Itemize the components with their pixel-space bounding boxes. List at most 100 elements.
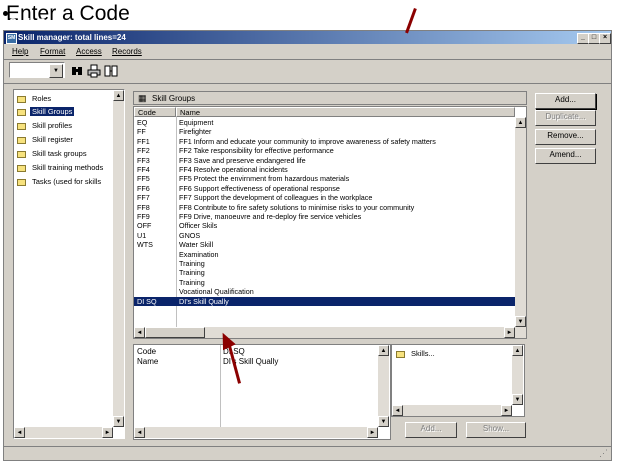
grid-header: ▦ Skill Groups	[133, 91, 527, 105]
scroll-left-icon[interactable]: ◄	[14, 427, 25, 438]
cell-code: FF7	[137, 193, 150, 203]
table-row[interactable]: DI SQ DI's Skill Qually	[134, 296, 515, 306]
detail-horizontal-scrollbar[interactable]: ◄ ►	[134, 427, 378, 438]
cell-code: OFF	[137, 221, 152, 231]
scroll-down-icon[interactable]: ▼	[378, 416, 389, 427]
menu-bar: Help Format Access Records	[4, 45, 611, 58]
slide-overlay-caption: Skill Groups	[9, 16, 80, 30]
tree-item-skill-task-groups[interactable]: Skill task groups	[17, 148, 89, 159]
detail-vertical-scrollbar[interactable]: ▲ ▼	[378, 345, 389, 427]
table-row[interactable]: FF1 FF1 Inform and educate your community…	[134, 137, 515, 146]
cell-name: Training	[179, 268, 205, 278]
tree-item-skill-register[interactable]: Skill register	[17, 134, 75, 145]
table-row[interactable]: FF2 FF2 Take responsibility for effective…	[134, 146, 515, 155]
table-row[interactable]: Examination	[134, 250, 515, 259]
scroll-right-icon[interactable]: ►	[102, 427, 113, 438]
tree-horizontal-scrollbar[interactable]: ◄ ►	[14, 427, 113, 438]
table-row[interactable]: FF9 FF9 Drive, manoeuvre and re-deploy fi…	[134, 212, 515, 221]
cell-code: FF9	[137, 212, 150, 221]
printer-icon[interactable]	[87, 64, 101, 78]
table-row[interactable]: WTS Water Skill	[134, 240, 515, 249]
column-header-name[interactable]: Name	[176, 107, 515, 117]
resize-grip-icon[interactable]: ⋰	[599, 448, 608, 459]
cell-name: Examination	[179, 249, 219, 259]
folder-icon	[17, 95, 26, 103]
cell-name: FF4 Resolve operational incidents	[179, 165, 288, 174]
remove-button[interactable]: Remove...	[535, 129, 596, 145]
folder-icon	[17, 136, 26, 144]
record-combo[interactable]: ▼	[9, 62, 65, 78]
grid-horizontal-scrollbar[interactable]: ◄ ►	[134, 327, 526, 338]
detail-show-button[interactable]: Show...	[466, 422, 526, 438]
status-bar: ⋰	[4, 446, 611, 460]
table-row[interactable]: Vocational Qualification	[134, 287, 515, 296]
scroll-right-icon[interactable]: ►	[504, 327, 515, 338]
grid-vertical-scrollbar[interactable]: ▲ ▼	[515, 117, 526, 327]
title-bar[interactable]: SM Skill manager: total lines=24 _ □ ×	[4, 31, 611, 44]
tree-item-roles[interactable]: Roles	[17, 93, 53, 104]
binoculars-icon[interactable]	[70, 64, 84, 78]
detail-divider	[220, 345, 221, 427]
skills-vertical-scrollbar[interactable]: ▲ ▼	[512, 345, 523, 405]
table-row[interactable]: FF6 FF6 Support effectiveness of operatio…	[134, 184, 515, 193]
table-row[interactable]: Training	[134, 268, 515, 277]
tree-item-skill-training-methods[interactable]: Skill training methods	[17, 162, 105, 173]
close-button[interactable]: ×	[599, 33, 611, 44]
scroll-down-icon[interactable]: ▼	[113, 416, 124, 427]
table-row[interactable]: FF8 FF8 Contribute to fire safety solutio…	[134, 203, 515, 212]
cell-code: FF5	[137, 174, 150, 184]
tree-vertical-scrollbar[interactable]: ▲ ▼	[113, 90, 124, 427]
table-row[interactable]: Training	[134, 259, 515, 268]
menu-help[interactable]: Help	[12, 47, 28, 56]
table-row[interactable]: Training	[134, 278, 515, 287]
menu-records[interactable]: Records	[112, 47, 142, 56]
table-row[interactable]: FF Firefighter	[134, 127, 515, 136]
scroll-up-icon[interactable]: ▲	[515, 117, 526, 128]
tree-item-skill-groups[interactable]: Skill Groups	[17, 106, 75, 117]
cell-name: Officer Skils	[179, 221, 218, 231]
amend-button[interactable]: Amend...	[535, 148, 596, 164]
window-title: Skill manager: total lines=24	[18, 33, 126, 42]
cell-name: GNOS	[179, 230, 201, 240]
scroll-up-icon[interactable]: ▲	[113, 90, 124, 101]
scroll-down-icon[interactable]: ▼	[515, 316, 526, 327]
menu-access[interactable]: Access	[76, 47, 102, 56]
cell-code: FF3	[137, 155, 150, 165]
cell-name: FF8 Contribute to fire safety solutions …	[179, 202, 415, 212]
duplicate-button[interactable]: Duplicate...	[535, 110, 596, 126]
scroll-up-icon[interactable]: ▲	[512, 345, 523, 356]
tree-item-skills[interactable]: Skills...	[396, 348, 437, 359]
menu-format[interactable]: Format	[40, 47, 65, 56]
column-header-code[interactable]: Code	[134, 107, 176, 117]
export-icon[interactable]	[104, 64, 118, 78]
scroll-right-icon[interactable]: ►	[501, 405, 512, 416]
tree-item-tasks[interactable]: Tasks (used for skills	[17, 176, 103, 187]
scroll-left-icon[interactable]: ◄	[392, 405, 403, 416]
table-row[interactable]: FF7 FF7 Support the development of collea…	[134, 193, 515, 202]
chevron-down-icon[interactable]: ▼	[49, 64, 63, 78]
tree-item-skill-profiles[interactable]: Skill profiles	[17, 120, 74, 131]
scroll-left-icon[interactable]: ◄	[134, 327, 145, 338]
table-row[interactable]: FF4 FF4 Resolve operational incidents	[134, 165, 515, 174]
table-row[interactable]: EQ Equipment	[134, 118, 515, 127]
scroll-up-icon[interactable]: ▲	[378, 345, 389, 356]
scroll-right-icon[interactable]: ►	[367, 427, 378, 438]
table-row[interactable]: OFF Officer Skils	[134, 221, 515, 230]
scroll-thumb[interactable]	[145, 327, 205, 338]
detail-code-label: Code	[137, 347, 157, 356]
add-button[interactable]: Add...	[535, 93, 596, 109]
skills-horizontal-scrollbar[interactable]: ◄ ►	[392, 405, 512, 416]
scroll-down-icon[interactable]: ▼	[512, 394, 523, 405]
cell-code: DI SQ	[137, 296, 157, 306]
detail-add-button[interactable]: Add...	[405, 422, 457, 438]
table-row[interactable]: U1 GNOS	[134, 231, 515, 240]
cell-name: Firefighter	[179, 127, 212, 137]
table-icon: ▦	[138, 93, 147, 103]
cell-name: Water Skill	[179, 240, 214, 250]
table-row[interactable]: FF3 FF3 Save and preserve endangered life	[134, 156, 515, 165]
cell-name: FF2 Take responsibility for effective pe…	[179, 146, 334, 156]
cell-name: FF3 Save and preserve endangered life	[179, 155, 306, 165]
table-row[interactable]: FF5 FF5 Protect the envirnment from hazar…	[134, 174, 515, 183]
scroll-left-icon[interactable]: ◄	[134, 427, 145, 438]
menu-separator	[4, 59, 611, 60]
